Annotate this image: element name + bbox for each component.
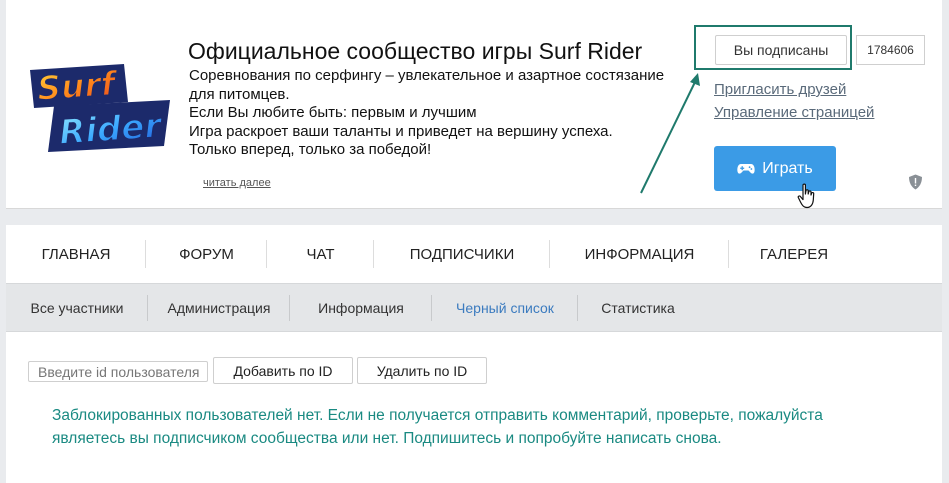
community-description: Соревнования по серфингу – увлекательное… bbox=[189, 67, 669, 160]
description-line: Игра раскроет ваши таланты и приведет на… bbox=[189, 122, 613, 140]
description-line: Если Вы любите быть: первым и лучшим bbox=[189, 104, 477, 121]
subtab-all-members[interactable]: Все участники bbox=[6, 284, 148, 331]
main-tabs: ГЛАВНАЯ ФОРУМ ЧАТ ПОДПИСЧИКИ ИНФОРМАЦИЯ … bbox=[6, 225, 942, 283]
empty-blacklist-message: Заблокированных пользователей нет. Если … bbox=[52, 404, 932, 450]
subscribers-count: 1784606 bbox=[856, 35, 925, 65]
manage-page-link[interactable]: Управление страницей bbox=[714, 104, 874, 121]
tab-gallery[interactable]: ГАЛЕРЕЯ bbox=[729, 225, 859, 283]
user-id-input[interactable] bbox=[28, 361, 208, 382]
tab-subscribers[interactable]: ПОДПИСЧИКИ bbox=[374, 225, 550, 283]
logo-text-surf: Surf bbox=[36, 63, 120, 108]
description-line: Только вперед, только за победой! bbox=[189, 141, 432, 158]
subtab-blacklist[interactable]: Черный список bbox=[432, 284, 578, 331]
subtab-statistics[interactable]: Статистика bbox=[578, 284, 698, 331]
invite-friends-link[interactable]: Пригласить друзей bbox=[714, 81, 846, 98]
subtab-administration[interactable]: Администрация bbox=[148, 284, 290, 331]
tab-main[interactable]: ГЛАВНАЯ bbox=[6, 225, 146, 283]
description-line: Соревнования по серфингу – увлекательное… bbox=[189, 67, 665, 84]
tab-forum[interactable]: ФОРУМ bbox=[146, 225, 267, 283]
message-line: являетесь вы подписчиком сообщества или … bbox=[52, 430, 722, 447]
hand-cursor-icon bbox=[797, 183, 815, 209]
surf-rider-logo: Surf Rider bbox=[30, 63, 170, 154]
description-line: для питомцев. bbox=[189, 85, 290, 103]
annotation-arrow bbox=[640, 73, 700, 194]
shield-icon bbox=[909, 174, 922, 190]
message-line: Заблокированных пользователей нет. Если … bbox=[52, 407, 823, 424]
tab-chat[interactable]: ЧАТ bbox=[267, 225, 374, 283]
read-more-link[interactable]: читать далее bbox=[203, 177, 271, 189]
sub-tabs: Все участники Администрация Информация Ч… bbox=[6, 283, 942, 332]
play-label: Играть bbox=[762, 159, 813, 177]
gamepad-icon bbox=[737, 163, 755, 174]
remove-by-id-button[interactable]: Удалить по ID bbox=[357, 357, 487, 384]
content-card: ГЛАВНАЯ ФОРУМ ЧАТ ПОДПИСЧИКИ ИНФОРМАЦИЯ … bbox=[6, 225, 942, 483]
tab-information[interactable]: ИНФОРМАЦИЯ bbox=[550, 225, 729, 283]
logo-text-rider: Rider bbox=[58, 106, 165, 153]
community-title: Официальное сообщество игры Surf Rider bbox=[188, 38, 643, 64]
subtab-information[interactable]: Информация bbox=[290, 284, 432, 331]
add-by-id-button[interactable]: Добавить по ID bbox=[213, 357, 353, 384]
subscribed-button[interactable]: Вы подписаны bbox=[715, 35, 847, 65]
